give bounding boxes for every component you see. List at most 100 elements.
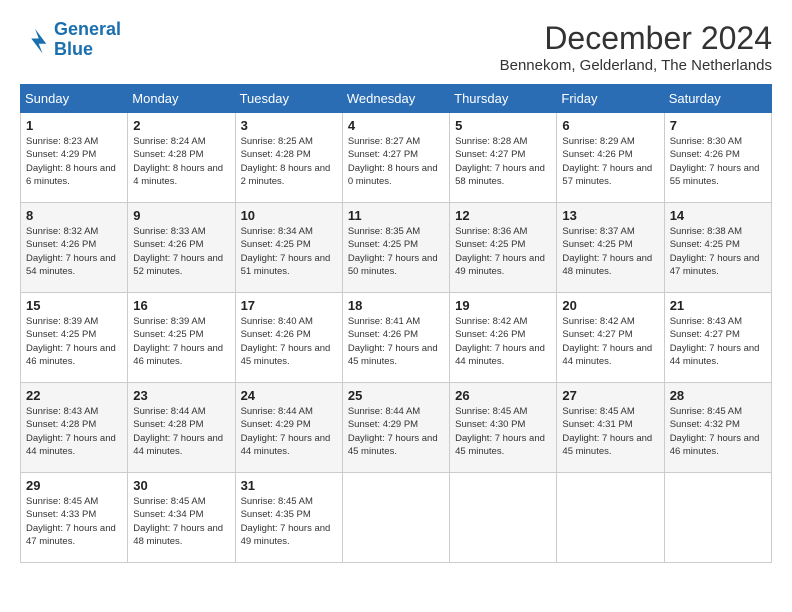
calendar-cell: 12 Sunrise: 8:36 AMSunset: 4:25 PMDayligh… [450,203,557,293]
calendar-header-tuesday: Tuesday [235,85,342,113]
day-info: Sunrise: 8:24 AMSunset: 4:28 PMDaylight:… [133,135,229,188]
day-number: 11 [348,208,444,223]
calendar-header-thursday: Thursday [450,85,557,113]
calendar-cell: 4Sunrise: 8:27 AMSunset: 4:27 PMDaylight… [342,113,449,203]
day-info: Sunrise: 8:39 AMSunset: 4:25 PMDaylight:… [133,315,229,368]
day-info: Sunrise: 8:42 AMSunset: 4:27 PMDaylight:… [562,315,658,368]
calendar-week-row: 15 Sunrise: 8:39 AMSunset: 4:25 PMDayligh… [21,293,772,383]
calendar-cell: 20Sunrise: 8:42 AMSunset: 4:27 PMDayligh… [557,293,664,383]
location-title: Bennekom, Gelderland, The Netherlands [500,57,772,74]
day-number: 2 [133,118,229,133]
calendar-cell: 21Sunrise: 8:43 AMSunset: 4:27 PMDayligh… [664,293,771,383]
calendar-cell: 5Sunrise: 8:28 AMSunset: 4:27 PMDaylight… [450,113,557,203]
day-number: 28 [670,388,766,403]
day-number: 24 [241,388,337,403]
day-info: Sunrise: 8:36 AMSunset: 4:25 PMDaylight:… [455,225,551,278]
day-number: 18 [348,298,444,313]
calendar-cell: 18 Sunrise: 8:41 AMSunset: 4:26 PMDayligh… [342,293,449,383]
day-number: 1 [26,118,122,133]
calendar-cell: 9Sunrise: 8:33 AMSunset: 4:26 PMDaylight… [128,203,235,293]
day-number: 7 [670,118,766,133]
calendar-table: SundayMondayTuesdayWednesdayThursdayFrid… [20,84,772,563]
day-info: Sunrise: 8:45 AMSunset: 4:32 PMDaylight:… [670,405,766,458]
day-info: Sunrise: 8:45 AMSunset: 4:34 PMDaylight:… [133,495,229,548]
calendar-cell: 7Sunrise: 8:30 AMSunset: 4:26 PMDaylight… [664,113,771,203]
calendar-cell: 27Sunrise: 8:45 AMSunset: 4:31 PMDayligh… [557,383,664,473]
calendar-cell: 19 Sunrise: 8:42 AMSunset: 4:26 PMDayligh… [450,293,557,383]
day-info: Sunrise: 8:34 AMSunset: 4:25 PMDaylight:… [241,225,337,278]
calendar-week-row: 1 Sunrise: 8:23 AMSunset: 4:29 PMDaylight… [21,113,772,203]
day-info: Sunrise: 8:40 AMSunset: 4:26 PMDaylight:… [241,315,337,368]
day-info: Sunrise: 8:38 AMSunset: 4:25 PMDaylight:… [670,225,766,278]
day-number: 23 [133,388,229,403]
day-info: Sunrise: 8:23 AMSunset: 4:29 PMDaylight:… [26,135,122,188]
calendar-cell: 31Sunrise: 8:45 AMSunset: 4:35 PMDayligh… [235,473,342,563]
calendar-cell: 25Sunrise: 8:44 AMSunset: 4:29 PMDayligh… [342,383,449,473]
calendar-cell: 29 Sunrise: 8:45 AMSunset: 4:33 PMDayligh… [21,473,128,563]
day-number: 12 [455,208,551,223]
calendar-header-sunday: Sunday [21,85,128,113]
calendar-cell: 15 Sunrise: 8:39 AMSunset: 4:25 PMDayligh… [21,293,128,383]
page-header: General Blue December 2024 Bennekom, Gel… [20,20,772,74]
day-info: Sunrise: 8:29 AMSunset: 4:26 PMDaylight:… [562,135,658,188]
calendar-cell: 13 Sunrise: 8:37 AMSunset: 4:25 PMDayligh… [557,203,664,293]
day-number: 14 [670,208,766,223]
calendar-cell: 16 Sunrise: 8:39 AMSunset: 4:25 PMDayligh… [128,293,235,383]
day-info: Sunrise: 8:44 AMSunset: 4:29 PMDaylight:… [241,405,337,458]
calendar-header-monday: Monday [128,85,235,113]
day-info: Sunrise: 8:42 AMSunset: 4:26 PMDaylight:… [455,315,551,368]
day-number: 13 [562,208,658,223]
day-number: 19 [455,298,551,313]
calendar-week-row: 8 Sunrise: 8:32 AMSunset: 4:26 PMDaylight… [21,203,772,293]
calendar-week-row: 29 Sunrise: 8:45 AMSunset: 4:33 PMDayligh… [21,473,772,563]
calendar-cell [664,473,771,563]
day-info: Sunrise: 8:41 AMSunset: 4:26 PMDaylight:… [348,315,444,368]
day-number: 10 [241,208,337,223]
day-number: 29 [26,478,122,493]
logo: General Blue [20,20,121,60]
calendar-cell: 30 Sunrise: 8:45 AMSunset: 4:34 PMDayligh… [128,473,235,563]
day-number: 6 [562,118,658,133]
calendar-header-row: SundayMondayTuesdayWednesdayThursdayFrid… [21,85,772,113]
day-number: 5 [455,118,551,133]
calendar-cell: 28 Sunrise: 8:45 AMSunset: 4:32 PMDayligh… [664,383,771,473]
day-number: 30 [133,478,229,493]
day-info: Sunrise: 8:44 AMSunset: 4:28 PMDaylight:… [133,405,229,458]
calendar-cell [557,473,664,563]
day-number: 27 [562,388,658,403]
day-info: Sunrise: 8:37 AMSunset: 4:25 PMDaylight:… [562,225,658,278]
day-number: 17 [241,298,337,313]
day-info: Sunrise: 8:35 AMSunset: 4:25 PMDaylight:… [348,225,444,278]
day-number: 31 [241,478,337,493]
day-info: Sunrise: 8:33 AMSunset: 4:26 PMDaylight:… [133,225,229,278]
calendar-cell: 26 Sunrise: 8:45 AMSunset: 4:30 PMDayligh… [450,383,557,473]
day-number: 8 [26,208,122,223]
calendar-header-saturday: Saturday [664,85,771,113]
calendar-cell: 3Sunrise: 8:25 AMSunset: 4:28 PMDaylight… [235,113,342,203]
day-info: Sunrise: 8:32 AMSunset: 4:26 PMDaylight:… [26,225,122,278]
day-info: Sunrise: 8:45 AMSunset: 4:33 PMDaylight:… [26,495,122,548]
day-info: Sunrise: 8:39 AMSunset: 4:25 PMDaylight:… [26,315,122,368]
calendar-week-row: 22 Sunrise: 8:43 AMSunset: 4:28 PMDayligh… [21,383,772,473]
day-number: 16 [133,298,229,313]
day-info: Sunrise: 8:43 AMSunset: 4:28 PMDaylight:… [26,405,122,458]
day-number: 15 [26,298,122,313]
calendar-header-wednesday: Wednesday [342,85,449,113]
day-info: Sunrise: 8:45 AMSunset: 4:30 PMDaylight:… [455,405,551,458]
calendar-cell: 23 Sunrise: 8:44 AMSunset: 4:28 PMDayligh… [128,383,235,473]
calendar-header-friday: Friday [557,85,664,113]
day-number: 4 [348,118,444,133]
month-title: December 2024 [500,20,772,57]
calendar-cell: 11 Sunrise: 8:35 AMSunset: 4:25 PMDayligh… [342,203,449,293]
calendar-cell: 24 Sunrise: 8:44 AMSunset: 4:29 PMDayligh… [235,383,342,473]
day-number: 26 [455,388,551,403]
page-container: General Blue December 2024 Bennekom, Gel… [20,20,772,563]
title-section: December 2024 Bennekom, Gelderland, The … [500,20,772,74]
logo-text: General Blue [54,20,121,60]
day-info: Sunrise: 8:25 AMSunset: 4:28 PMDaylight:… [241,135,337,188]
calendar-cell [450,473,557,563]
day-info: Sunrise: 8:43 AMSunset: 4:27 PMDaylight:… [670,315,766,368]
calendar-cell: 22 Sunrise: 8:43 AMSunset: 4:28 PMDayligh… [21,383,128,473]
calendar-cell: 10 Sunrise: 8:34 AMSunset: 4:25 PMDayligh… [235,203,342,293]
day-number: 22 [26,388,122,403]
